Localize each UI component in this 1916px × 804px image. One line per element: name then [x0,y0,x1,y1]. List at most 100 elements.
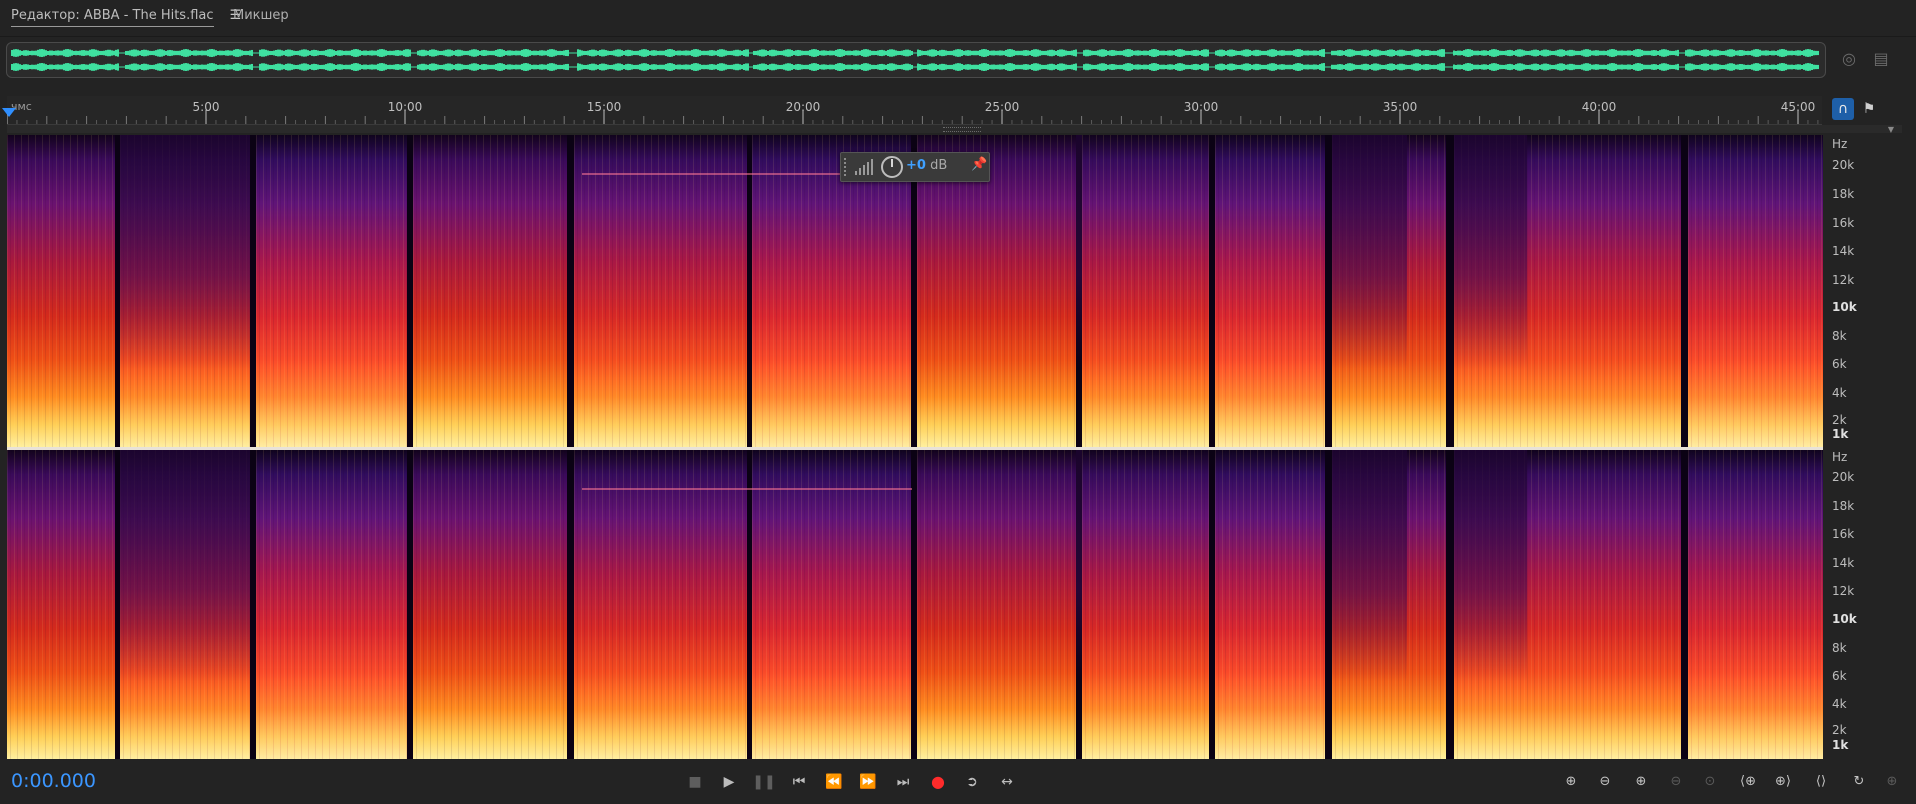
freq-label: 16k [1832,216,1855,230]
spectrogram-song-block [1688,450,1823,759]
freq-label: 14k [1832,556,1855,570]
level-bars-icon [855,159,873,175]
spectrogram-song-block [752,450,911,759]
spectrogram-tone-line [582,488,912,490]
spectrogram-song-block [256,135,407,447]
chevron-down-icon[interactable]: ▼ [1888,125,1894,134]
go-to-start-button[interactable]: ⏮ [787,770,811,794]
fast-forward-button[interactable]: ⏩ [856,770,880,794]
spectrogram-quiet-region [1454,135,1527,447]
spectrogram-song-block [7,450,115,759]
spectrogram-song-block [1215,450,1325,759]
spectrogram-song-block [574,450,747,759]
freq-label: 20k [1832,158,1855,172]
ruler-tick-label: 15:00 [586,100,622,114]
ruler-tick-label: 30:00 [1183,100,1219,114]
snap-magnet-icon[interactable]: ∩ [1832,98,1854,120]
zoom-in-left-icon[interactable]: ⟨⊕ [1735,770,1761,794]
gain-readout[interactable]: +0 dB [906,158,947,173]
spectrogram-song-block [1215,135,1325,447]
spectrogram-quiet-region [120,135,250,447]
marker-pin-icon[interactable]: ⚑ [1858,98,1880,120]
freq-label: 6k [1832,357,1847,371]
zoom-to-selection-icon[interactable]: ◎ [1838,48,1860,70]
zoom-reset-icon[interactable]: ↻ [1846,770,1872,794]
freq-label: 8k [1832,641,1847,655]
spectrogram-channel-right[interactable] [7,450,1823,759]
freq-unit-label: Hz [1832,450,1848,464]
spectrogram-quiet-region [1076,135,1082,447]
timecode-display[interactable]: 0:00.000 [11,770,96,792]
freq-label-bold: 1k [1832,427,1849,441]
spectrogram-quiet-region [1454,450,1527,759]
freq-label: 4k [1832,697,1847,711]
freq-label: 18k [1832,187,1855,201]
go-to-end-button[interactable]: ⏭ [891,770,915,794]
strip-grip-handle[interactable] [943,127,981,132]
zoom-to-selection-button[interactable]: ⟨⟩ [1808,770,1834,794]
freq-label: 12k [1832,273,1855,287]
rewind-button[interactable]: ⏪ [822,770,846,794]
zoom-to-fit-icon[interactable]: ⊕ [1879,770,1905,794]
freq-label: 18k [1832,499,1855,513]
zoom-in-amplitude-icon[interactable]: ⊕ [1558,770,1584,794]
frequency-axis-left: Hz 20k 18k 16k 14k 12k 10k 8k 6k 4k 2k 1… [1828,135,1916,447]
pin-icon[interactable]: 📌 [971,157,987,172]
freq-label: 20k [1832,470,1855,484]
spectrogram-song-block [1688,135,1823,447]
freq-unit-label: Hz [1832,137,1848,151]
ruler-ticks [7,110,1819,124]
spectrogram-quiet-region [1332,450,1407,759]
freq-label: 6k [1832,669,1847,683]
zoom-out-full-icon[interactable]: ⊙ [1697,770,1723,794]
spectrogram-song-block [413,450,567,759]
spectrogram-song-block [7,135,115,447]
spectrogram-song-block [917,450,1076,759]
freq-label: 14k [1832,244,1855,258]
stop-button[interactable]: ■ [683,770,707,794]
play-button[interactable]: ▶ [717,770,741,794]
time-ruler[interactable]: чмс 5:00 10:00 15:00 20:00 25:00 30:00 3… [7,96,1822,125]
panel-tab-bar: Редактор: ABBA - The Hits.flac ☰ Микшер [0,0,1916,37]
gain-knob[interactable] [881,156,903,178]
freq-label-bold: 10k [1832,300,1857,314]
spectrogram-song-block [413,135,567,447]
freq-label: 8k [1832,329,1847,343]
overview-waveform[interactable] [6,42,1826,78]
skip-selection-button[interactable]: ↔ [995,770,1019,794]
freq-label: 2k [1832,413,1847,427]
record-button[interactable]: ● [926,770,950,794]
spectrogram-song-block [256,450,407,759]
spectrogram-song-block [574,135,747,447]
spectrogram-quiet-region [1076,450,1082,759]
tab-editor[interactable]: Редактор: ABBA - The Hits.flac ☰ [11,8,241,27]
frequency-axis-right: Hz 20k 18k 16k 14k 12k 10k 8k 6k 4k 2k 1… [1828,450,1916,759]
spectrogram-song-block [1082,135,1209,447]
hud-gain-control[interactable]: +0 dB 📌 [840,152,990,182]
tab-mixer[interactable]: Микшер [233,8,289,23]
ruler-tick-label: 25:00 [984,100,1020,114]
transport-bar: 0:00.000 ■ ▶ ❚❚ ⏮ ⏪ ⏩ ⏭ ● ➲ ↔ ⊕ ⊖ ⊕ ⊖ ⊙ … [0,760,1916,804]
zoom-out-time-icon[interactable]: ⊖ [1663,770,1689,794]
ruler-tick-label: 5:00 [192,100,220,114]
freq-label: 16k [1832,527,1855,541]
freq-label: 4k [1832,386,1847,400]
ruler-tick-label: 35:00 [1382,100,1418,114]
zoom-in-right-icon[interactable]: ⊕⟩ [1770,770,1796,794]
vertical-zoom-strip[interactable]: ▼ [7,125,1902,134]
panel-options-icon[interactable]: ▤ [1870,48,1892,70]
hud-drag-handle[interactable] [844,158,849,176]
loop-playback-button[interactable]: ➲ [960,770,984,794]
ruler-tick-label: 20:00 [785,100,821,114]
freq-label: 2k [1832,723,1847,737]
pause-button[interactable]: ❚❚ [752,770,776,794]
ruler-tick-label: 10:00 [387,100,423,114]
tab-editor-label: Редактор: ABBA - The Hits.flac [11,8,214,27]
spectrogram-quiet-region [120,450,250,759]
spectrogram-song-block [1082,450,1209,759]
zoom-out-amplitude-icon[interactable]: ⊖ [1592,770,1618,794]
spectrogram-quiet-region [1332,135,1407,447]
zoom-in-time-icon[interactable]: ⊕ [1628,770,1654,794]
playhead-marker[interactable] [2,108,16,117]
overview-waveform-graphic [11,49,1819,71]
